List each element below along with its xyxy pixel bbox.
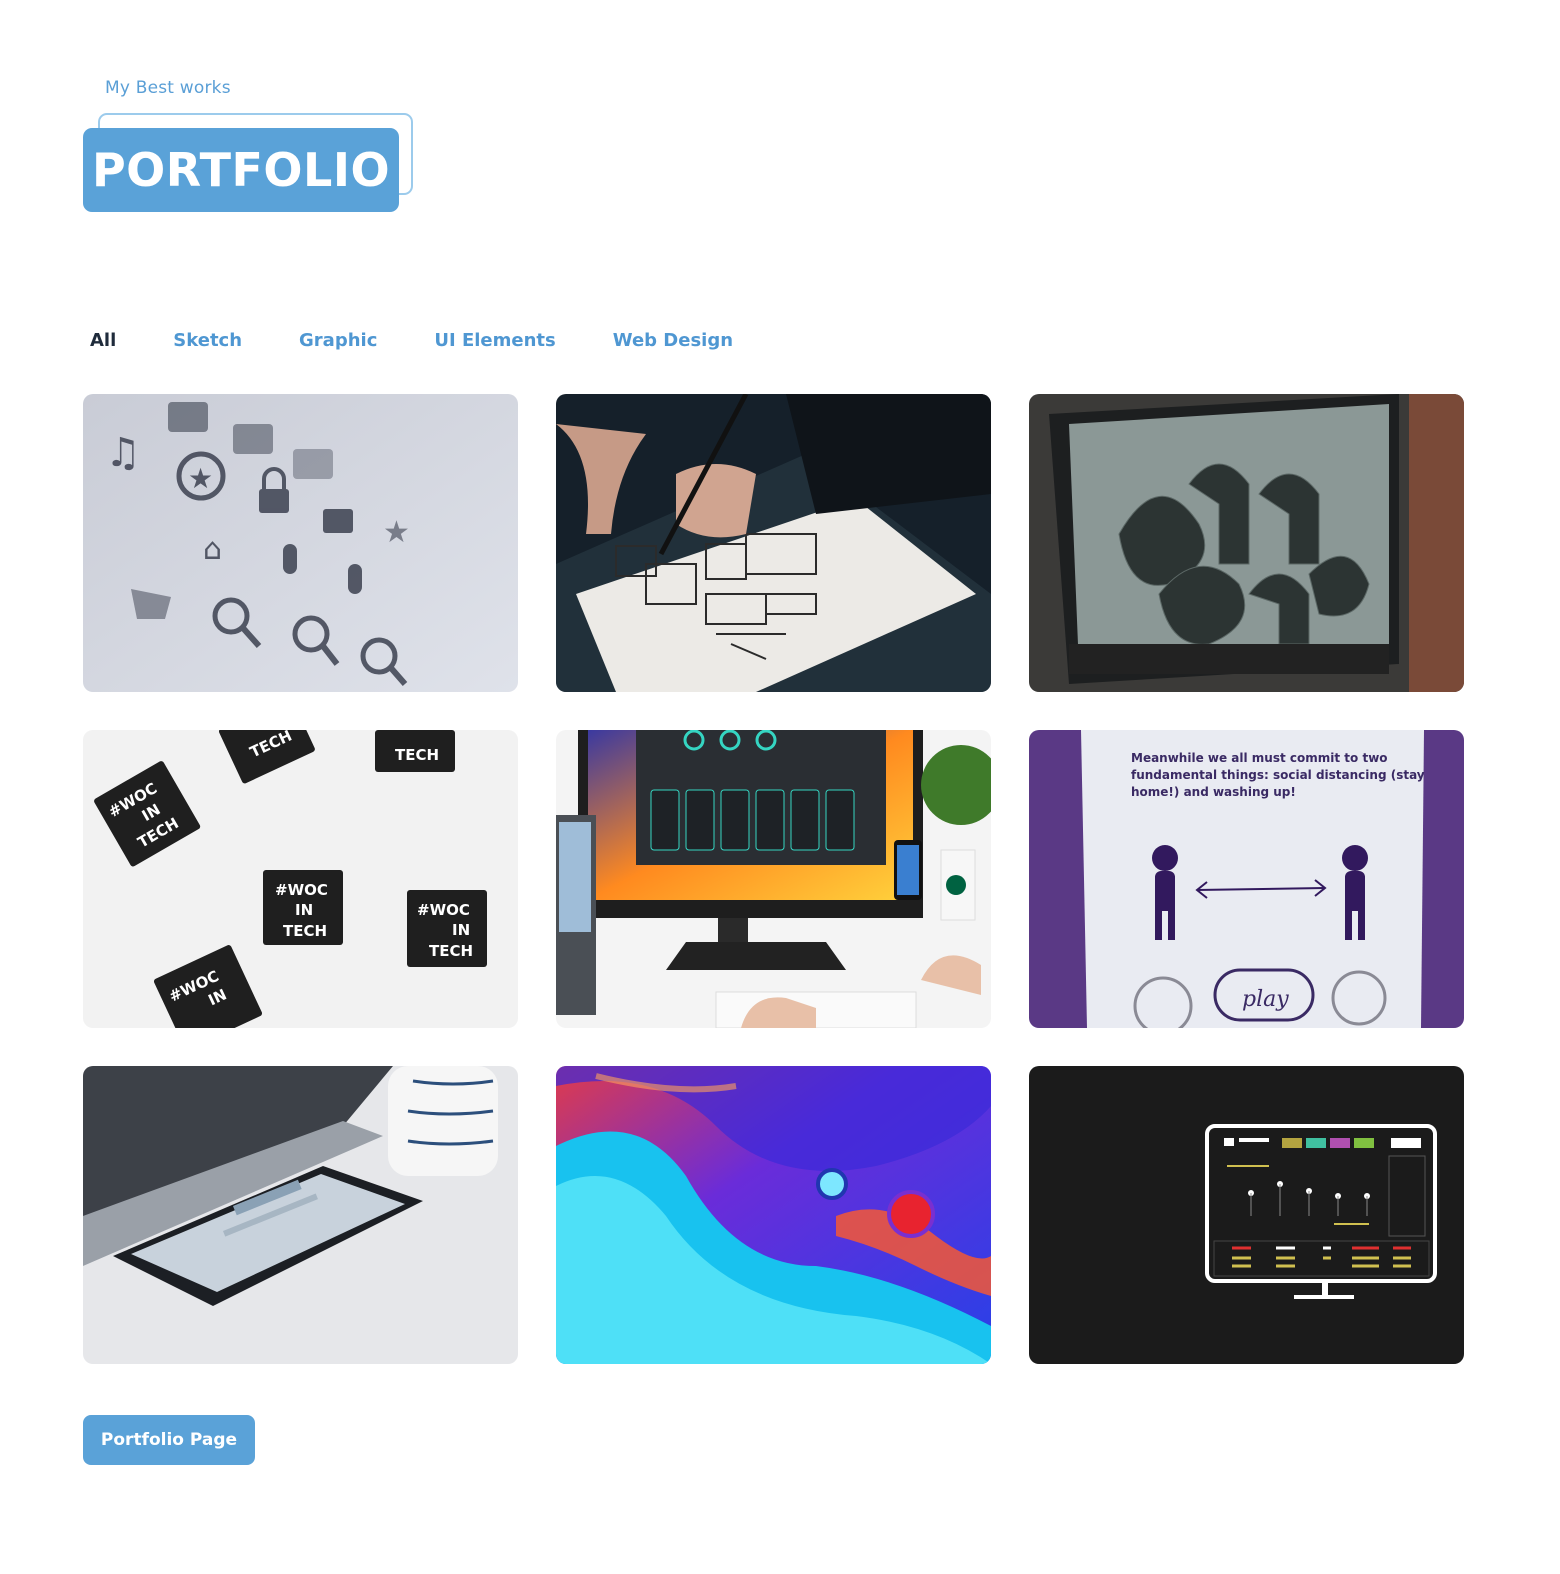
icons-sheet-image: ♫ ★ ⌂ ★ <box>83 394 518 692</box>
portfolio-item-icons[interactable]: ♫ ★ ⌂ ★ <box>83 394 518 692</box>
svg-text:IN: IN <box>452 921 470 939</box>
portfolio-item-distancing[interactable]: Meanwhile we all must commit to two fund… <box>1029 730 1464 1028</box>
portfolio-grid: ♫ ★ ⌂ ★ #WOC IN TECH #WOC IN TECH #WOC I… <box>83 394 1464 1364</box>
svg-text:IN: IN <box>295 901 313 919</box>
svg-text:play: play <box>1242 987 1289 1012</box>
portfolio-page-button[interactable]: Portfolio Page <box>83 1415 255 1465</box>
svg-text:fundamental things: social dis: fundamental things: social distancing (s… <box>1131 768 1425 782</box>
typography-monitor-image <box>1029 394 1464 692</box>
section-subtitle: My Best works <box>105 78 231 98</box>
desk-monitor-image <box>556 730 991 1028</box>
page-title: PORTFOLIO <box>91 143 391 197</box>
dashboard-monitor-image <box>1029 1066 1464 1364</box>
filter-all[interactable]: All <box>90 330 116 351</box>
fluid-art-image <box>556 1066 991 1364</box>
svg-text:TECH: TECH <box>283 922 327 940</box>
filter-ui-elements[interactable]: UI Elements <box>434 330 555 351</box>
portfolio-item-stickers[interactable]: #WOC IN TECH #WOC IN TECH #WOC IN TECH T… <box>83 730 518 1028</box>
svg-text:♫: ♫ <box>105 430 141 476</box>
filter-sketch[interactable]: Sketch <box>173 330 242 351</box>
filter-graphic[interactable]: Graphic <box>299 330 377 351</box>
svg-text:home!) and washing up!: home!) and washing up! <box>1131 785 1296 799</box>
title-badge: PORTFOLIO <box>83 113 415 213</box>
portfolio-item-phone[interactable] <box>83 1066 518 1364</box>
svg-text:★: ★ <box>383 515 410 550</box>
title-box: PORTFOLIO <box>83 128 399 212</box>
portfolio-item-typography[interactable] <box>1029 394 1464 692</box>
portfolio-section: My Best works PORTFOLIO All Sketch Graph… <box>0 0 1560 1574</box>
portfolio-item-fluid[interactable] <box>556 1066 991 1364</box>
svg-text:#WOC: #WOC <box>275 881 328 899</box>
svg-text:TECH: TECH <box>429 942 473 960</box>
portfolio-item-desk[interactable] <box>556 730 991 1028</box>
svg-text:⌂: ⌂ <box>203 532 222 567</box>
filter-web-design[interactable]: Web Design <box>613 330 733 351</box>
phone-desk-image <box>83 1066 518 1364</box>
svg-text:#WOC: #WOC <box>417 901 470 919</box>
portfolio-item-dashboard[interactable] <box>1029 1066 1464 1364</box>
portfolio-item-sketch[interactable] <box>556 394 991 692</box>
filter-tabs: All Sketch Graphic UI Elements Web Desig… <box>90 330 790 351</box>
svg-text:Meanwhile we all must commit t: Meanwhile we all must commit to two <box>1131 751 1388 765</box>
svg-text:TECH: TECH <box>395 746 439 764</box>
distancing-screen-image: Meanwhile we all must commit to two fund… <box>1029 730 1464 1028</box>
svg-text:★: ★ <box>188 462 213 495</box>
sketching-image <box>556 394 991 692</box>
stickers-image: #WOC IN TECH #WOC IN TECH #WOC IN TECH T… <box>83 730 518 1028</box>
